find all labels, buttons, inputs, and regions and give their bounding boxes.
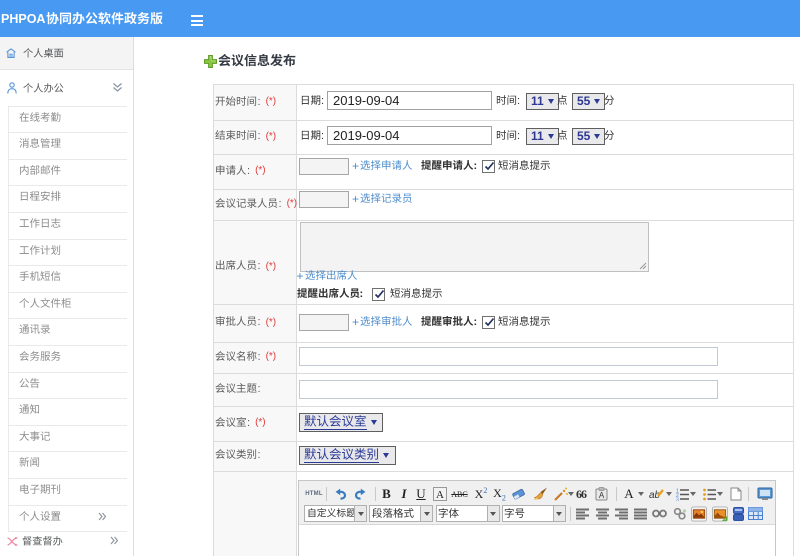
svg-text:A: A — [598, 491, 604, 500]
svg-text:3: 3 — [676, 497, 679, 501]
svg-text:A: A — [436, 489, 444, 501]
